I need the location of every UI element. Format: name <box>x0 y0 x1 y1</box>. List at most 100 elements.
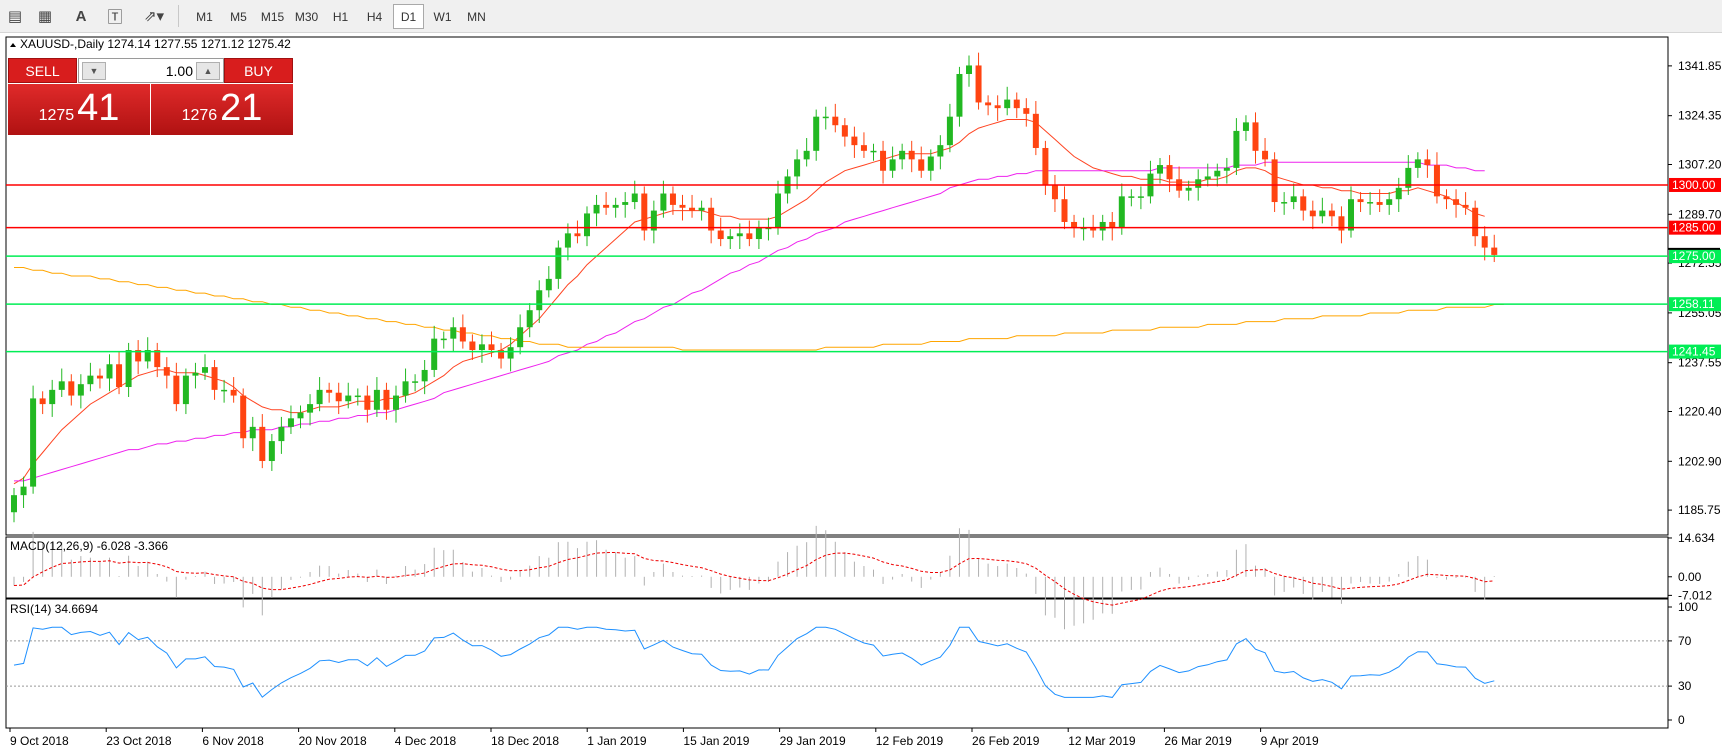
candle-body <box>1309 210 1316 217</box>
candle-body <box>1386 199 1393 205</box>
candle-body <box>1481 236 1488 248</box>
buy-price-prefix: 1276 <box>181 107 218 124</box>
candle-body <box>717 230 724 240</box>
toolbar-separator <box>178 5 179 27</box>
candle-body <box>440 338 447 341</box>
candle-body <box>240 395 247 439</box>
candle-body <box>20 486 27 496</box>
rsi-title: RSI(14) 34.6694 <box>10 602 98 616</box>
main-chart-title: XAUUSD-,Daily 1274.14 1277.55 1271.12 12… <box>20 37 291 51</box>
timeframe-h4[interactable]: H4 <box>359 4 390 29</box>
candle-body <box>1166 165 1173 180</box>
chart-canvas: 1341.851324.351307.201289.701272.551255.… <box>5 36 1722 748</box>
timeframe-m15[interactable]: M15 <box>257 4 288 29</box>
time-axis-label: 6 Nov 2018 <box>202 734 264 748</box>
time-axis-label: 29 Jan 2019 <box>780 734 846 748</box>
level-tag-label: 1241.45 <box>1672 345 1716 359</box>
candle-body <box>755 227 762 240</box>
candle-body <box>851 136 858 146</box>
candle-body <box>966 65 972 74</box>
timeframe-d1[interactable]: D1 <box>393 4 424 29</box>
candle-body <box>68 381 75 396</box>
candle-body <box>163 367 170 376</box>
candle-body <box>1204 176 1211 180</box>
chart-toolbar: ▤ ▦ A 🅃 ⇗▾ M1 M5 M15 M30 H1 H4 D1 W1 MN <box>0 0 1722 33</box>
level-tag-label: 1275.00 <box>1672 249 1716 263</box>
lot-size-value[interactable]: 1.00 <box>166 63 193 79</box>
candle-body <box>574 233 581 237</box>
candle-body <box>182 375 189 405</box>
candle-body <box>1462 204 1469 208</box>
timeframe-m30[interactable]: M30 <box>291 4 322 29</box>
level-tag-label: 1300.00 <box>1672 178 1716 192</box>
candle-body <box>412 381 419 383</box>
candle-body <box>564 233 571 248</box>
candle-body <box>87 375 94 385</box>
macd-axis-label: 14.634 <box>1678 531 1715 545</box>
timeframe-h1[interactable]: H1 <box>325 4 356 29</box>
one-click-trading-panel: SELL ▼ 1.00 ▲ BUY 1275 41 1276 21 <box>8 58 293 135</box>
candle-body <box>478 344 485 351</box>
candle-body <box>603 204 610 208</box>
timeframe-m1[interactable]: M1 <box>189 4 220 29</box>
lot-decrease-icon[interactable]: ▼ <box>82 62 106 80</box>
sell-price-pips: 41 <box>77 87 120 129</box>
candle-body <box>660 193 667 211</box>
candle-body <box>421 369 428 382</box>
timeframe-w1[interactable]: W1 <box>427 4 458 29</box>
macd-pane-frame <box>5 536 1669 599</box>
text-label-icon[interactable]: 🅃 <box>103 4 127 28</box>
arrows-icon[interactable]: ⇗▾ <box>137 4 171 28</box>
timeframe-m5[interactable]: M5 <box>223 4 254 29</box>
lot-size-input[interactable]: ▼ 1.00 ▲ <box>78 58 224 83</box>
candle-body <box>1214 170 1221 177</box>
timeframe-mn[interactable]: MN <box>461 4 492 29</box>
candle-body <box>459 327 466 342</box>
line-studies-icon[interactable]: ▤ <box>3 4 27 28</box>
candle-body <box>841 125 848 137</box>
price-axis-label: 1289.70 <box>1678 207 1722 221</box>
candle-body <box>698 207 705 211</box>
candle-body <box>469 341 476 351</box>
candle-body <box>49 389 56 405</box>
candle-body <box>106 364 113 379</box>
candle-body <box>860 145 867 151</box>
sell-price[interactable]: 1275 41 <box>8 84 150 135</box>
time-axis-label: 9 Apr 2019 <box>1261 734 1319 748</box>
time-axis-label: 15 Jan 2019 <box>683 734 749 748</box>
candle-body <box>507 347 514 359</box>
candle-body <box>1443 196 1450 200</box>
candle-body <box>1453 199 1460 205</box>
candle-body <box>326 389 333 393</box>
text-icon[interactable]: A <box>69 4 93 28</box>
candle-body <box>631 193 638 203</box>
candle-body <box>1414 159 1421 168</box>
candle-body <box>1051 184 1058 200</box>
candle-body <box>278 426 285 442</box>
lot-increase-icon[interactable]: ▲ <box>196 62 220 80</box>
candle-body <box>832 116 839 126</box>
candle-body <box>937 145 944 157</box>
candle-body <box>994 105 1001 109</box>
candle-body <box>1118 196 1125 228</box>
grid-icon[interactable]: ▦ <box>33 4 57 28</box>
candle-body <box>125 350 132 388</box>
buy-button[interactable]: BUY <box>224 58 293 83</box>
macd-axis-label: 0.00 <box>1678 570 1702 584</box>
candle-body <box>335 392 342 402</box>
buy-price[interactable]: 1276 21 <box>151 84 293 135</box>
candle-body <box>1271 159 1278 203</box>
candle-body <box>593 204 600 214</box>
candle-body <box>813 116 820 151</box>
candle-body <box>1071 221 1078 228</box>
candle-body <box>431 338 438 370</box>
candle-body <box>30 398 37 487</box>
candle-body <box>1185 187 1192 191</box>
candle-body <box>584 213 590 237</box>
sell-button[interactable]: SELL <box>8 58 77 83</box>
candle-body <box>669 193 676 205</box>
rsi-axis-label: 0 <box>1678 713 1685 727</box>
candle-body <box>307 404 314 413</box>
time-axis-label: 1 Jan 2019 <box>587 734 647 748</box>
candle-body <box>211 367 218 390</box>
